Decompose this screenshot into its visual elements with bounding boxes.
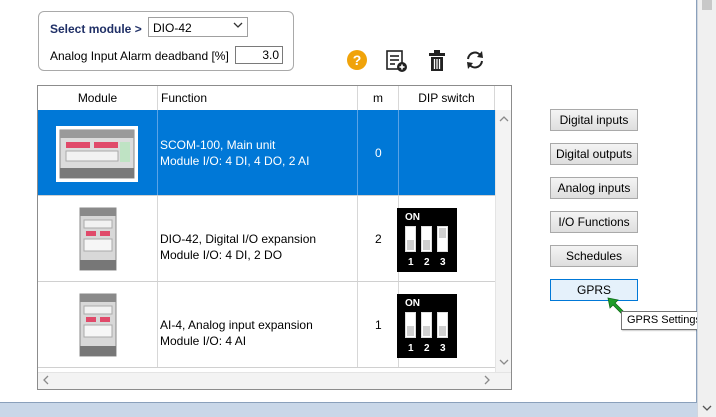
dip-cell [399, 110, 495, 195]
m-cell: 2 [358, 196, 399, 281]
dip-switch-2 [421, 226, 432, 252]
dip-on-label: ON [405, 212, 420, 223]
module-image [38, 282, 158, 367]
dip-on-label: ON [405, 298, 420, 309]
table-row[interactable]: AI-4, Analog input expansion Module I/O:… [38, 282, 495, 368]
table-row[interactable]: DIO-42, Digital I/O expansion Module I/O… [38, 196, 495, 282]
dip-number-2: 2 [424, 257, 430, 268]
function-line-1: SCOM-100, Main unit [160, 138, 276, 152]
module-grid: Module Function m DIP switch SCOM-100, M… [37, 85, 512, 390]
digital-outputs-button[interactable]: Digital outputs [550, 143, 638, 165]
function-line-2: Module I/O: 4 DI, 4 DO, 2 AI [160, 154, 310, 168]
grid-header: Module Function m DIP switch [38, 86, 495, 111]
m-cell: 0 [358, 110, 399, 195]
scom-100-device-icon [56, 126, 138, 182]
scroll-down-icon[interactable] [499, 358, 509, 368]
scroll-right-icon[interactable] [484, 375, 491, 387]
function-cell: AI-4, Analog input expansion Module I/O:… [158, 282, 358, 367]
m-value: 2 [375, 232, 382, 246]
main-window: Select module > DIO-42 Analog Input Alar… [0, 0, 697, 403]
dip-switch-2 [421, 312, 432, 338]
grid-horizontal-scrollbar[interactable] [38, 372, 511, 389]
function-cell: DIO-42, Digital I/O expansion Module I/O… [158, 196, 358, 281]
function-line-2: Module I/O: 4 AI [160, 334, 247, 348]
dip-number-1: 1 [408, 343, 414, 354]
m-value: 1 [375, 318, 382, 332]
module-image [38, 110, 158, 195]
m-value: 0 [375, 146, 382, 160]
table-row[interactable]: SCOM-100, Main unit Module I/O: 4 DI, 4 … [38, 110, 495, 196]
dip-switch-1 [405, 312, 416, 338]
window-vertical-scrollbar[interactable] [697, 0, 716, 417]
select-module-label: Select module > [50, 22, 142, 36]
function-line-1: AI-4, Analog input expansion [160, 318, 313, 332]
module-settings-group: Select module > DIO-42 Analog Input Alar… [38, 11, 294, 71]
function-cell: SCOM-100, Main unit Module I/O: 4 DI, 4 … [158, 110, 358, 195]
window-bottom-band [0, 403, 697, 417]
function-line-1: DIO-42, Digital I/O expansion [160, 232, 317, 246]
scroll-up-icon[interactable] [499, 114, 509, 124]
dio-42-device-icon [79, 207, 117, 271]
add-list-icon[interactable] [385, 49, 407, 72]
help-icon[interactable]: ? [347, 50, 367, 70]
refresh-icon[interactable] [464, 49, 486, 71]
function-line-2: Module I/O: 4 DI, 2 DO [160, 248, 283, 262]
scroll-left-icon[interactable] [42, 375, 49, 387]
deadband-input[interactable]: 3.0 [235, 46, 283, 64]
dip-switch: ON 1 2 3 [397, 208, 457, 272]
scrollbar-thumb[interactable] [702, 0, 712, 10]
chevron-down-icon [233, 21, 243, 32]
grid-vertical-scrollbar[interactable] [495, 110, 511, 372]
scroll-down-icon[interactable] [702, 404, 712, 414]
column-header-module[interactable]: Module [38, 86, 158, 110]
dip-switch: ON 1 2 3 [397, 294, 457, 358]
module-select[interactable]: DIO-42 [148, 17, 248, 37]
dip-switch-3 [437, 312, 448, 338]
dip-number-3: 3 [440, 343, 446, 354]
dip-number-1: 1 [408, 257, 414, 268]
column-header-function[interactable]: Function [158, 86, 358, 110]
dip-number-3: 3 [440, 257, 446, 268]
io-functions-button[interactable]: I/O Functions [550, 211, 638, 233]
ai-4-device-icon [79, 293, 117, 357]
dip-cell: ON 1 2 3 [397, 282, 495, 367]
schedules-button[interactable]: Schedules [550, 245, 638, 267]
column-header-m[interactable]: m [358, 86, 399, 110]
dip-switch-1 [405, 226, 416, 252]
column-header-dip-switch[interactable]: DIP switch [399, 86, 495, 110]
module-image [38, 196, 158, 281]
delete-icon[interactable] [427, 49, 449, 71]
digital-inputs-button[interactable]: Digital inputs [550, 109, 638, 131]
deadband-label: Analog Input Alarm deadband [%] [50, 49, 229, 63]
gprs-tooltip: GPRS Settings [621, 311, 705, 330]
analog-inputs-button[interactable]: Analog inputs [550, 177, 638, 199]
dip-switch-3 [437, 226, 448, 252]
m-cell: 1 [358, 282, 399, 367]
module-select-value: DIO-42 [153, 21, 192, 35]
dip-cell: ON 1 2 3 [397, 196, 495, 281]
dip-number-2: 2 [424, 343, 430, 354]
